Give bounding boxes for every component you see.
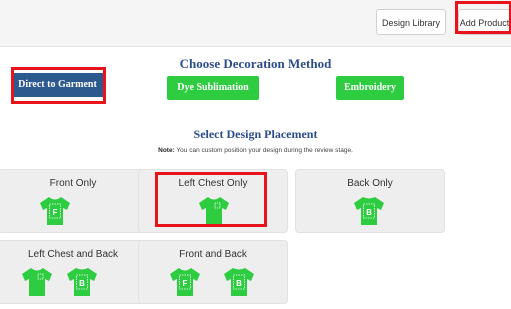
- placement-front-and-back[interactable]: Front and Back F B: [138, 240, 288, 304]
- placement-left-chest-and-back[interactable]: Left Chest and Back B: [0, 240, 148, 304]
- method-direct-to-garment-button[interactable]: Direct to Garment: [11, 73, 104, 97]
- design-library-button[interactable]: Design Library: [376, 9, 446, 35]
- tshirt-back-icon: B: [224, 268, 254, 296]
- placement-left-chest-only[interactable]: Left Chest Only: [138, 169, 288, 233]
- placement-label: Back Only: [347, 178, 393, 189]
- tshirt-back-icon: B: [354, 197, 384, 225]
- placement-label: Left Chest and Back: [27, 249, 119, 260]
- tshirt-back-icon: B: [67, 268, 97, 296]
- placement-title: Select Design Placement: [193, 127, 318, 141]
- tshirt-front-icon: F: [170, 268, 200, 296]
- tshirt-left-chest-icon: [22, 268, 52, 296]
- placement-label: Left Chest Only: [178, 178, 248, 189]
- add-product-button[interactable]: Add Product: [458, 9, 511, 35]
- method-embroidery-button[interactable]: Embroidery: [336, 76, 404, 100]
- method-dye-sublimation-button[interactable]: Dye Sublimation: [167, 76, 259, 100]
- svg-text:B: B: [79, 279, 85, 288]
- tshirt-left-chest-icon: [199, 197, 229, 225]
- tshirt-front-icon: F: [40, 197, 70, 225]
- decoration-title: Choose Decoration Method: [179, 56, 332, 71]
- placement-front-only[interactable]: Front Only F: [0, 169, 148, 233]
- svg-text:B: B: [236, 279, 242, 288]
- placement-back-only[interactable]: Back Only B: [295, 169, 445, 233]
- svg-text:F: F: [183, 279, 188, 288]
- svg-text:F: F: [53, 208, 58, 217]
- placement-label: Front Only: [49, 178, 97, 189]
- placement-label: Front and Back: [179, 249, 247, 260]
- top-toolbar: Design Library Add Product: [0, 0, 511, 47]
- placement-note: Note: You can custom position your desig…: [158, 147, 353, 154]
- svg-text:B: B: [366, 208, 372, 217]
